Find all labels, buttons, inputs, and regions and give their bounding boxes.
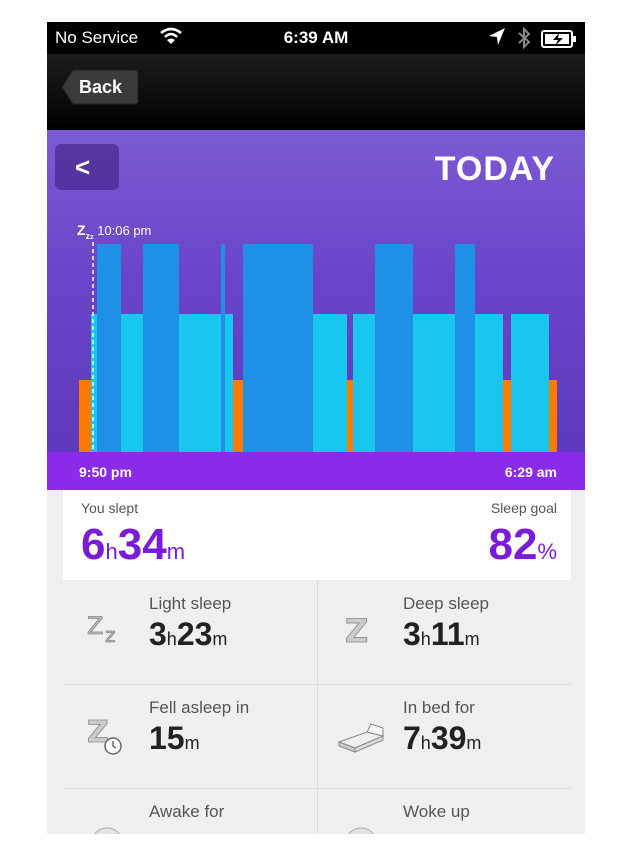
minutes-unit: m — [212, 629, 228, 649]
sleep-bar-awake — [503, 380, 511, 452]
hours: 3 — [403, 616, 421, 652]
minutes-unit: m — [466, 733, 482, 753]
hours: 3 — [149, 616, 167, 652]
sleep-bar-awake — [79, 380, 91, 452]
sleep-bar-light — [353, 314, 375, 452]
goal-percent: 82 — [488, 520, 538, 569]
minutes: 11 — [430, 616, 465, 652]
back-button-label: Back — [79, 77, 123, 97]
timeline-end: 6:29 am — [504, 464, 557, 480]
hours-unit: h — [105, 539, 118, 564]
navigation-bar: Back — [47, 54, 585, 130]
percent-unit: % — [537, 539, 557, 564]
awake-face-icon — [93, 827, 121, 834]
sleep-bar-deep — [243, 244, 313, 452]
sleep-bar-light — [225, 314, 233, 452]
sleep-goal-value: 82% — [488, 520, 557, 570]
stat-title: Fell asleep in — [149, 698, 250, 717]
sleep-bar-deep — [455, 244, 475, 452]
status-bar: No Service 6:39 AM — [47, 22, 585, 54]
sleep-summary: You slept 6h34m Sleep goal 82% — [63, 490, 571, 580]
phone-screen: No Service 6:39 AM Back < TODAY Zzz 10:0… — [47, 22, 585, 834]
stat-fell-asleep[interactable]: Z Fell asleep in 15m — [63, 684, 317, 788]
stat-awake-for[interactable]: Awake for — [63, 788, 317, 834]
sleep-bar-deep — [221, 244, 225, 452]
sleep-bar-deep — [97, 244, 121, 452]
hours: 7 — [403, 720, 421, 756]
you-slept-label: You slept — [81, 500, 139, 516]
sleep-bar-awake — [347, 380, 353, 452]
stat-deep-sleep[interactable]: Z Deep sleep 3h11m — [317, 580, 571, 684]
minutes: 23 — [176, 616, 213, 652]
stat-light-sleep[interactable]: Z z Light sleep 3h23m — [63, 580, 317, 684]
stat-woke-up[interactable]: Woke up — [317, 788, 571, 834]
battery-icon — [541, 30, 577, 53]
stat-value: 3h11m — [403, 616, 480, 653]
slept-minutes: 34 — [117, 520, 167, 569]
sleep-bar-deep — [143, 244, 179, 452]
slept-duration: 6h34m — [81, 520, 185, 570]
hours-unit: h — [166, 629, 177, 649]
stat-title: Awake for — [149, 802, 225, 821]
back-button[interactable]: Back — [61, 69, 139, 105]
minutes-unit: m — [166, 539, 186, 564]
hours-unit: h — [420, 629, 431, 649]
bed-icon — [337, 723, 385, 753]
stat-title: Deep sleep — [403, 594, 490, 613]
minutes-unit: m — [464, 629, 480, 649]
sleep-bar-light — [91, 314, 97, 452]
sleep-goal-label: Sleep goal — [490, 500, 557, 516]
minutes: 39 — [430, 720, 467, 756]
sleep-bar-light — [413, 314, 455, 452]
svg-text:Z: Z — [345, 612, 368, 650]
bluetooth-icon — [517, 26, 531, 54]
minutes: 15 — [149, 720, 185, 756]
woke-up-face-icon — [347, 827, 375, 834]
timeline-bar: 9:50 pm 6:29 am — [47, 452, 585, 490]
sleep-chart-panel: < TODAY Zzz 10:06 pm 9:50 pm 6:29 am — [47, 130, 585, 490]
stat-in-bed[interactable]: In bed for 7h39m — [317, 684, 571, 788]
svg-text:z: z — [105, 623, 116, 647]
sleep-bar-light — [121, 314, 143, 452]
hours-unit: h — [420, 733, 431, 753]
sleep-bar-light — [313, 314, 347, 452]
timeline-start: 9:50 pm — [79, 464, 132, 480]
sleep-bar-light — [179, 314, 221, 452]
location-icon — [488, 27, 506, 52]
sleep-bar-awake — [233, 380, 243, 452]
sleep-bar-light — [475, 314, 503, 452]
stat-value: 15m — [149, 720, 200, 757]
stat-title: Light sleep — [149, 594, 232, 613]
sleep-bar-deep — [375, 244, 413, 452]
stat-value: 3h23m — [149, 616, 227, 653]
slept-hours: 6 — [81, 520, 106, 569]
light-sleep-icon: Z z — [87, 612, 116, 648]
stat-title: Woke up — [403, 802, 470, 821]
fall-asleep-timer-icon: Z — [87, 715, 122, 755]
minutes-unit: m — [184, 733, 200, 753]
stat-value: 7h39m — [403, 720, 481, 757]
deep-sleep-icon: Z — [345, 612, 369, 651]
sleep-bar-light — [511, 314, 549, 452]
stat-title: In bed for — [403, 698, 475, 717]
sleep-bar-chart — [79, 242, 557, 452]
sleep-bar-awake — [549, 380, 557, 452]
sleep-stats-grid: Z z Light sleep 3h23m Z Deep sleep 3h11m… — [63, 580, 571, 834]
svg-text:Z: Z — [87, 612, 103, 640]
